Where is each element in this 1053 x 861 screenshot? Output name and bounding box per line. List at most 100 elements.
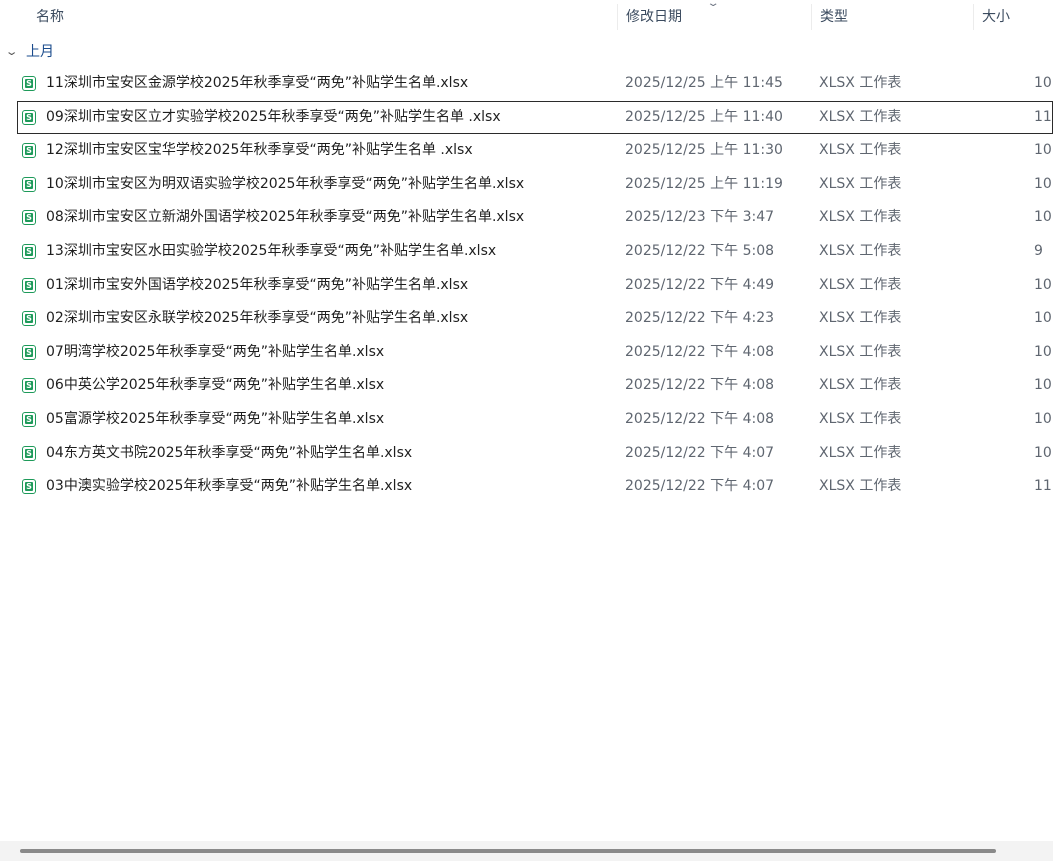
file-list: S 11深圳市宝安区金源学校2025年秋季享受“两免”补贴学生名单.xlsx 202… (0, 67, 1053, 504)
group-label: 上月 (26, 44, 54, 60)
spreadsheet-file-icon: S (22, 210, 36, 226)
file-modified-date: 2025/12/22 下午 4:08 (625, 410, 775, 427)
file-size: 10 (1034, 276, 1052, 293)
column-divider[interactable] (973, 4, 974, 30)
file-type: XLSX 工作表 (819, 276, 902, 293)
group-header-last-month[interactable]: ⌄ 上月 (0, 38, 400, 66)
file-size: 10 (1034, 343, 1052, 360)
spreadsheet-file-icon: S (22, 311, 36, 327)
column-header-date-label: 修改日期 (626, 9, 682, 25)
file-name: 05富源学校2025年秋季享受“两免”补贴学生名单.xlsx (46, 410, 385, 427)
file-name: 09深圳市宝安区立才实验学校2025年秋季享受“两免”补贴学生名单 .xlsx (46, 108, 501, 125)
file-name: 03中澳实验学校2025年秋季享受“两免”补贴学生名单.xlsx (46, 478, 413, 495)
file-row[interactable]: S 01深圳市宝安外国语学校2025年秋季享受“两免”补贴学生名单.xlsx 202… (0, 269, 1053, 303)
file-size: 10 (1034, 75, 1052, 91)
file-name: 04东方英文书院2025年秋季享受“两免”补贴学生名单.xlsx (46, 444, 413, 461)
spreadsheet-file-icon-glyph: S (25, 246, 33, 256)
column-header-date[interactable]: 修改日期 (626, 0, 812, 34)
column-header-name-label: 名称 (36, 9, 64, 25)
file-type: XLSX 工作表 (819, 242, 902, 259)
file-name: 07明湾学校2025年秋季享受“两免”补贴学生名单.xlsx (46, 343, 385, 360)
spreadsheet-file-icon: S (22, 378, 36, 394)
scrollbar-thumb[interactable] (20, 849, 996, 853)
file-modified-date: 2025/12/25 上午 11:19 (625, 175, 783, 192)
file-row[interactable]: S 02深圳市宝安区永联学校2025年秋季享受“两免”补贴学生名单.xlsx 202… (0, 302, 1053, 336)
spreadsheet-file-icon-glyph: S (25, 179, 33, 189)
spreadsheet-file-icon-glyph: S (25, 213, 33, 223)
spreadsheet-file-icon-glyph: S (25, 347, 33, 357)
file-explorer: 名称 ⌄ 修改日期 类型 大小 ⌄ 上月 S 11深圳市宝安区金源学校2025年秋… (0, 0, 1053, 861)
horizontal-scrollbar[interactable] (0, 841, 1053, 861)
file-row[interactable]: S 06中英公学2025年秋季享受“两免”补贴学生名单.xlsx 2025/12/2… (0, 369, 1053, 403)
file-size: 10 (1034, 175, 1052, 192)
spreadsheet-file-icon-glyph: S (25, 112, 33, 122)
file-name: 10深圳市宝安区为明双语实验学校2025年秋季享受“两免”补贴学生名单.xlsx (46, 175, 525, 192)
spreadsheet-file-icon-glyph: S (25, 448, 33, 458)
file-modified-date: 2025/12/22 下午 5:08 (625, 242, 775, 259)
file-type: XLSX 工作表 (819, 142, 902, 159)
file-modified-date: 2025/12/22 下午 4:08 (625, 377, 775, 394)
column-header-row: 名称 ⌄ 修改日期 类型 大小 (0, 0, 1053, 34)
file-modified-date: 2025/12/22 下午 4:07 (625, 478, 775, 495)
spreadsheet-file-icon: S (22, 143, 36, 159)
file-modified-date: 2025/12/22 下午 4:49 (625, 276, 775, 293)
spreadsheet-file-icon-glyph: S (25, 381, 33, 391)
file-modified-date: 2025/12/23 下午 3:47 (625, 209, 775, 226)
file-type: XLSX 工作表 (819, 209, 902, 226)
spreadsheet-file-icon: S (22, 76, 36, 91)
file-row[interactable]: S 07明湾学校2025年秋季享受“两免”补贴学生名单.xlsx 2025/12/2… (0, 336, 1053, 370)
file-row[interactable]: S 11深圳市宝安区金源学校2025年秋季享受“两免”补贴学生名单.xlsx 202… (0, 67, 1053, 101)
file-type: XLSX 工作表 (819, 410, 902, 427)
file-name: 13深圳市宝安区水田实验学校2025年秋季享受“两免”补贴学生名单.xlsx (46, 242, 497, 259)
file-modified-date: 2025/12/25 上午 11:45 (625, 75, 783, 91)
file-modified-date: 2025/12/22 下午 4:08 (625, 343, 775, 360)
file-size: 10 (1034, 377, 1052, 394)
column-divider[interactable] (617, 4, 618, 30)
column-header-type-label: 类型 (820, 9, 848, 25)
file-type: XLSX 工作表 (819, 75, 902, 91)
spreadsheet-file-icon: S (22, 277, 36, 293)
file-size: 11 (1034, 108, 1052, 125)
file-row[interactable]: S 05富源学校2025年秋季享受“两免”补贴学生名单.xlsx 2025/12/2… (0, 403, 1053, 437)
column-header-size-label: 大小 (982, 9, 1010, 25)
column-header-size[interactable]: 大小 (982, 0, 1053, 34)
file-name: 08深圳市宝安区立新湖外国语学校2025年秋季享受“两免”补贴学生名单.xlsx (46, 209, 525, 226)
file-modified-date: 2025/12/22 下午 4:23 (625, 310, 775, 327)
file-size: 11 (1034, 478, 1052, 495)
spreadsheet-file-icon: S (22, 109, 36, 125)
column-divider[interactable] (811, 4, 812, 30)
file-name: 11深圳市宝安区金源学校2025年秋季享受“两免”补贴学生名单.xlsx (46, 75, 469, 91)
file-type: XLSX 工作表 (819, 478, 902, 495)
column-header-name[interactable]: 名称 (36, 0, 616, 34)
file-row[interactable]: S 10深圳市宝安区为明双语实验学校2025年秋季享受“两免”补贴学生名单.xls… (0, 168, 1053, 202)
spreadsheet-file-icon: S (22, 243, 36, 259)
file-row[interactable]: S 09深圳市宝安区立才实验学校2025年秋季享受“两免”补贴学生名单 .xlsx… (17, 100, 1053, 135)
spreadsheet-file-icon: S (22, 479, 36, 495)
file-type: XLSX 工作表 (819, 108, 902, 125)
spreadsheet-file-icon-glyph: S (25, 146, 33, 156)
file-size: 10 (1034, 410, 1052, 427)
spreadsheet-file-icon: S (22, 411, 36, 427)
file-row[interactable]: S 12深圳市宝安区宝华学校2025年秋季享受“两免”补贴学生名单 .xlsx 20… (0, 134, 1053, 168)
column-header-type[interactable]: 类型 (820, 0, 973, 34)
spreadsheet-file-icon-glyph: S (25, 482, 33, 492)
spreadsheet-file-icon-glyph: S (25, 314, 33, 324)
spreadsheet-file-icon: S (22, 344, 36, 360)
file-row[interactable]: S 04东方英文书院2025年秋季享受“两免”补贴学生名单.xlsx 2025/12… (0, 437, 1053, 471)
spreadsheet-file-icon: S (22, 445, 36, 461)
file-type: XLSX 工作表 (819, 175, 902, 192)
chevron-down-icon[interactable]: ⌄ (5, 38, 19, 66)
file-row[interactable]: S 13深圳市宝安区水田实验学校2025年秋季享受“两免”补贴学生名单.xlsx 2… (0, 235, 1053, 269)
file-name: 06中英公学2025年秋季享受“两免”补贴学生名单.xlsx (46, 377, 385, 394)
file-type: XLSX 工作表 (819, 310, 902, 327)
file-size: 10 (1034, 310, 1052, 327)
file-modified-date: 2025/12/25 上午 11:30 (625, 142, 783, 159)
file-size: 10 (1034, 142, 1052, 159)
spreadsheet-file-icon-glyph: S (25, 280, 33, 290)
spreadsheet-file-icon: S (22, 176, 36, 192)
file-row[interactable]: S 08深圳市宝安区立新湖外国语学校2025年秋季享受“两免”补贴学生名单.xls… (0, 201, 1053, 235)
file-row[interactable]: S 03中澳实验学校2025年秋季享受“两免”补贴学生名单.xlsx 2025/12… (0, 470, 1053, 504)
file-name: 12深圳市宝安区宝华学校2025年秋季享受“两免”补贴学生名单 .xlsx (46, 142, 473, 159)
file-type: XLSX 工作表 (819, 343, 902, 360)
file-name: 02深圳市宝安区永联学校2025年秋季享受“两免”补贴学生名单.xlsx (46, 310, 469, 327)
